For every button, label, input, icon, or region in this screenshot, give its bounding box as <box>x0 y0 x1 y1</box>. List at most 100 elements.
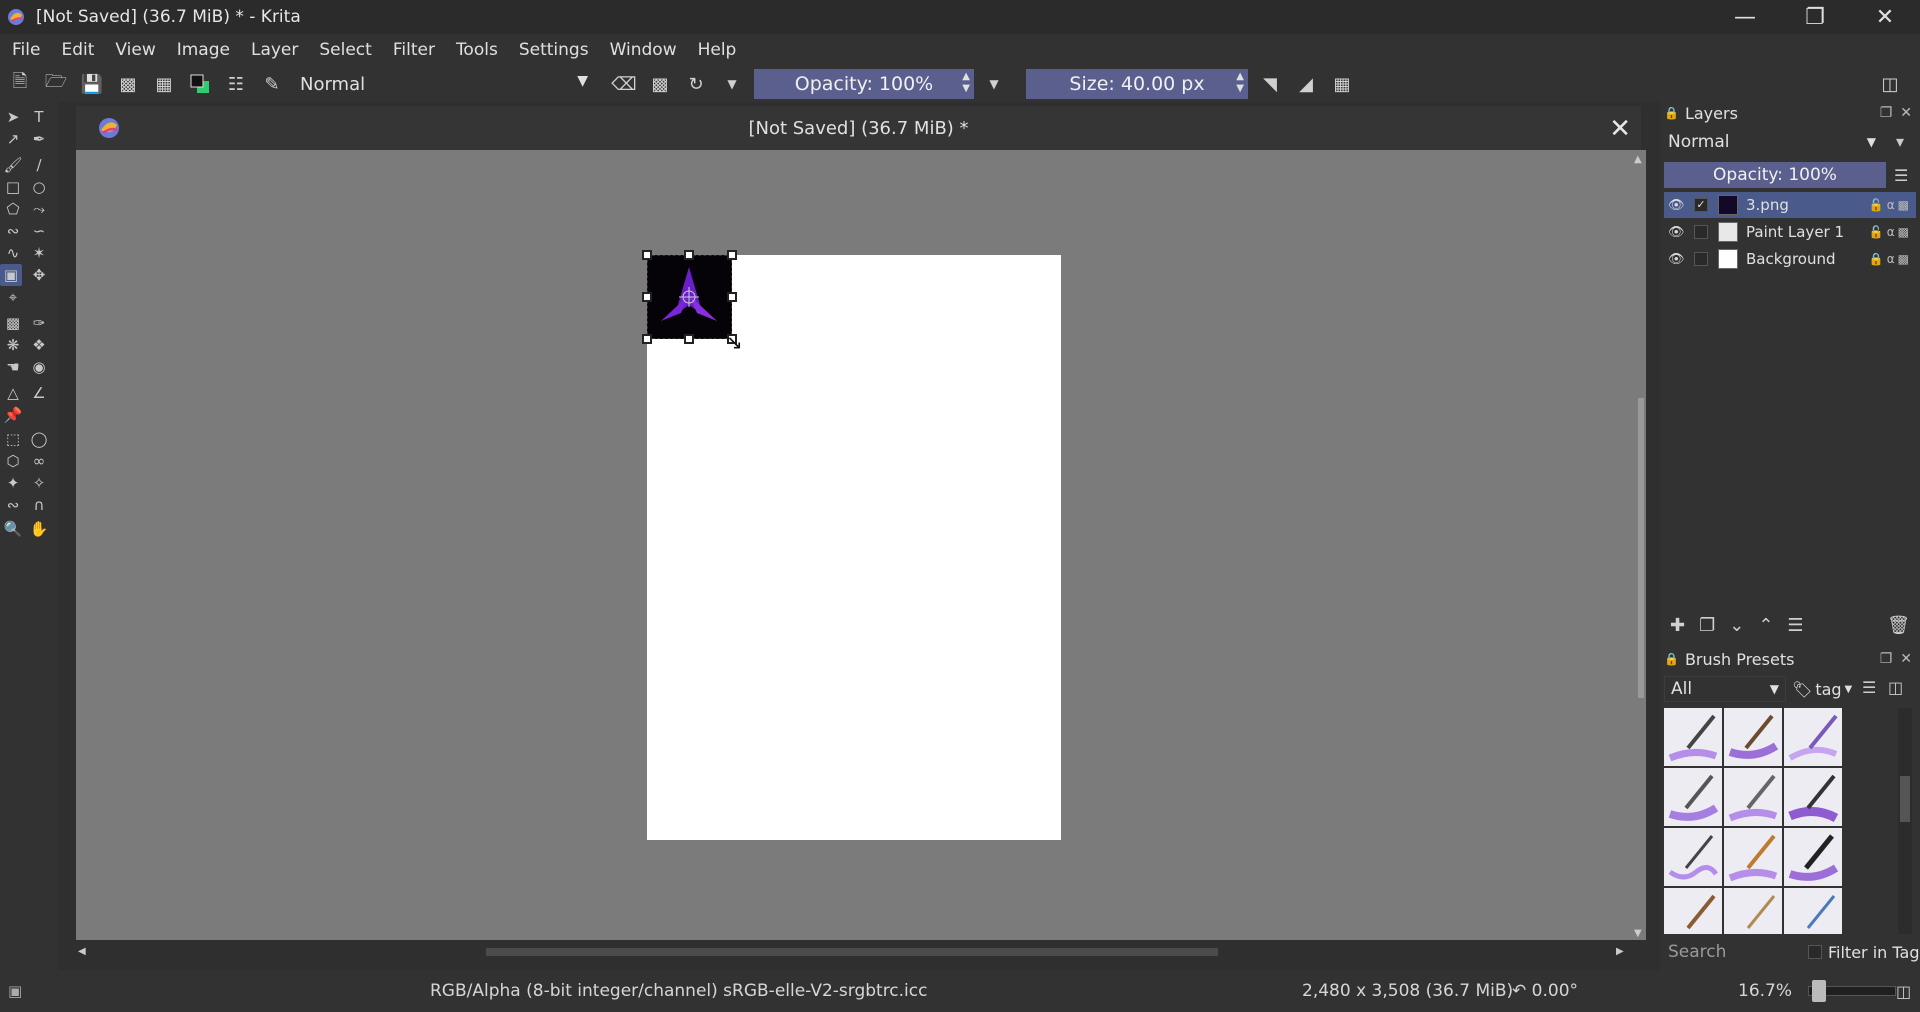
eraser-icon[interactable]: ⌫ <box>610 70 638 98</box>
pattern-icon[interactable]: ▦ <box>150 70 178 98</box>
assistant-tool-icon[interactable]: △ <box>2 382 24 404</box>
menu-edit[interactable]: Edit <box>57 40 94 60</box>
menu-tools[interactable]: Tools <box>452 40 498 60</box>
contiguous-selection-tool-icon[interactable]: ✦ <box>2 472 24 494</box>
brush-preset-icon[interactable]: ✎ <box>258 70 286 98</box>
open-folder-icon[interactable]: 🗁 <box>42 70 70 98</box>
brush-preset[interactable] <box>1784 828 1842 886</box>
brush-preset[interactable] <box>1784 888 1842 934</box>
similar-color-selection-tool-icon[interactable]: ✧ <box>28 472 50 494</box>
brush-tag-filter-select[interactable]: All ▼ <box>1664 676 1786 702</box>
elliptical-selection-tool-icon[interactable]: ◯ <box>28 428 50 450</box>
rectangle-tool-icon[interactable]: □ <box>2 176 24 198</box>
layer-row-3png[interactable]: 👁 ✓ 3.png 🔓α▩ <box>1664 192 1916 218</box>
foreground-background-color-icon[interactable] <box>186 70 214 98</box>
transform-handle-top-left[interactable] <box>642 250 652 260</box>
new-document-icon[interactable]: 🗎 <box>6 70 34 98</box>
calligraphy-tool-icon[interactable]: ✒ <box>28 128 50 150</box>
save-icon[interactable]: 💾 <box>78 70 106 98</box>
zoom-slider-handle[interactable] <box>1812 980 1826 1002</box>
layer-checkbox[interactable] <box>1694 225 1708 239</box>
move-tool-icon[interactable]: ✥ <box>28 264 50 286</box>
transform-handle-top-right[interactable] <box>727 250 737 260</box>
edit-shapes-tool-icon[interactable]: ↗ <box>2 128 24 150</box>
add-layer-icon[interactable]: ✚ <box>1670 615 1685 636</box>
opacity-slider[interactable]: Opacity: 100% ▲ ▼ <box>754 69 974 99</box>
filter-in-tag-checkbox[interactable]: Filter in Tag <box>1808 940 1919 964</box>
freehand-selection-tool-icon[interactable]: ∞ <box>28 450 50 472</box>
layer-lock-alpha-icons[interactable]: 🔓α▩ <box>1869 198 1912 212</box>
lock-icon[interactable]: 🔒 <box>1664 652 1679 666</box>
restore-button[interactable]: ❐ <box>1780 0 1850 34</box>
layer-opacity-slider[interactable]: Opacity: 100% <box>1664 162 1886 188</box>
colorize-mask-tool-icon[interactable]: ❋ <box>2 334 24 356</box>
layer-properties-icon[interactable]: ☰ <box>1787 615 1803 636</box>
wrap-around-icon[interactable]: ▦ <box>1328 70 1356 98</box>
preserve-alpha-icon[interactable]: ▩ <box>646 70 674 98</box>
bezier-selection-tool-icon[interactable]: ∾ <box>2 494 24 516</box>
view-mode-icon[interactable]: ☰ <box>1862 678 1876 697</box>
float-docker-icon[interactable]: ❐ <box>1880 105 1893 121</box>
mirror-horizontal-icon[interactable]: ◥ <box>1256 70 1284 98</box>
spinner-arrows-icon[interactable]: ▲ ▼ <box>962 71 970 95</box>
bezier-curve-tool-icon[interactable]: ∾ <box>2 220 24 242</box>
size-slider[interactable]: Size: 40.00 px ▲ ▼ <box>1026 69 1248 99</box>
visibility-eye-icon[interactable]: 👁 <box>1668 252 1686 267</box>
blend-mode-select[interactable]: Normal ▼ <box>294 69 596 99</box>
scroll-down-icon[interactable]: ▼ <box>1634 928 1642 939</box>
layer-lock-alpha-icons[interactable]: 🔒α▩ <box>1869 252 1912 266</box>
brush-preset[interactable] <box>1724 768 1782 826</box>
menu-settings[interactable]: Settings <box>515 40 589 60</box>
brush-preset[interactable] <box>1724 708 1782 766</box>
magnetic-selection-tool-icon[interactable]: ∩ <box>28 494 50 516</box>
move-layer-down-icon[interactable]: ⌄ <box>1729 615 1744 636</box>
freehand-brush-tool-icon[interactable]: 🖌 <box>2 154 24 176</box>
reference-images-tool-icon[interactable]: 📌 <box>2 404 24 426</box>
zoom-tool-icon[interactable]: 🔍 <box>2 518 24 540</box>
opacity-dropdown-icon[interactable]: ▼ <box>980 70 1008 98</box>
freehand-path-tool-icon[interactable]: ∽ <box>28 220 50 242</box>
measure-tool-icon[interactable]: ∠ <box>28 382 50 404</box>
brush-preset[interactable] <box>1784 768 1842 826</box>
workspace-switcher-icon[interactable]: ◫ <box>1876 70 1904 98</box>
close-docker-icon[interactable]: ✕ <box>1900 651 1912 667</box>
brush-preset[interactable] <box>1664 708 1722 766</box>
layer-blend-mode-select[interactable]: Normal ▼ <box>1664 130 1882 154</box>
brush-preset[interactable] <box>1664 828 1722 886</box>
brush-preset[interactable] <box>1724 828 1782 886</box>
polygon-tool-icon[interactable]: ⬠ <box>2 198 24 220</box>
multibrush-tool-icon[interactable]: ✶ <box>28 242 50 264</box>
scroll-up-icon[interactable]: ▲ <box>1634 154 1642 165</box>
close-document-icon[interactable]: ✕ <box>1609 114 1631 144</box>
rotation-control[interactable]: ↶ 0.00° <box>1512 981 1578 1001</box>
checkbox-box[interactable] <box>1808 945 1822 959</box>
ellipse-tool-icon[interactable]: ○ <box>28 176 50 198</box>
transform-handle-bottom-left[interactable] <box>642 334 652 344</box>
transform-tool-icon[interactable]: ▣ <box>0 264 22 286</box>
transform-selection-box[interactable] <box>647 255 732 339</box>
horizontal-scrollbar-thumb[interactable] <box>486 948 1218 956</box>
float-docker-icon[interactable]: ❐ <box>1880 651 1893 667</box>
layer-checkbox[interactable] <box>1694 252 1708 266</box>
zoom-value[interactable]: 16.7% <box>1738 981 1792 1001</box>
visibility-eye-icon[interactable]: 👁 <box>1668 198 1686 213</box>
vertical-scrollbar-thumb[interactable] <box>1638 398 1644 698</box>
close-window-button[interactable]: ✕ <box>1850 0 1920 34</box>
menu-window[interactable]: Window <box>606 40 677 60</box>
close-docker-icon[interactable]: ✕ <box>1900 105 1912 121</box>
transform-handle-left[interactable] <box>642 292 652 302</box>
layer-options-menu-icon[interactable]: ☰ <box>1894 166 1908 185</box>
brush-presets-scrollbar-thumb[interactable] <box>1900 776 1910 822</box>
layer-row-paint-layer-1[interactable]: 👁 Paint Layer 1 🔓α▩ <box>1664 219 1916 245</box>
canvas-page[interactable] <box>647 255 1061 840</box>
gradient-icon[interactable]: ▩ <box>114 70 142 98</box>
lock-icon[interactable]: 🔒 <box>1664 106 1679 120</box>
document-tab[interactable]: [Not Saved] (36.7 MiB) * ✕ <box>76 106 1641 150</box>
fill-tool-icon[interactable]: ☚ <box>2 356 24 378</box>
dropdown-arrow-icon[interactable]: ▼ <box>718 70 746 98</box>
polyline-tool-icon[interactable]: ⤳ <box>28 198 50 220</box>
menu-filter[interactable]: Filter <box>389 40 435 60</box>
brush-settings-icon[interactable]: ☷ <box>222 70 250 98</box>
menu-select[interactable]: Select <box>315 40 371 60</box>
brush-preset[interactable] <box>1784 708 1842 766</box>
